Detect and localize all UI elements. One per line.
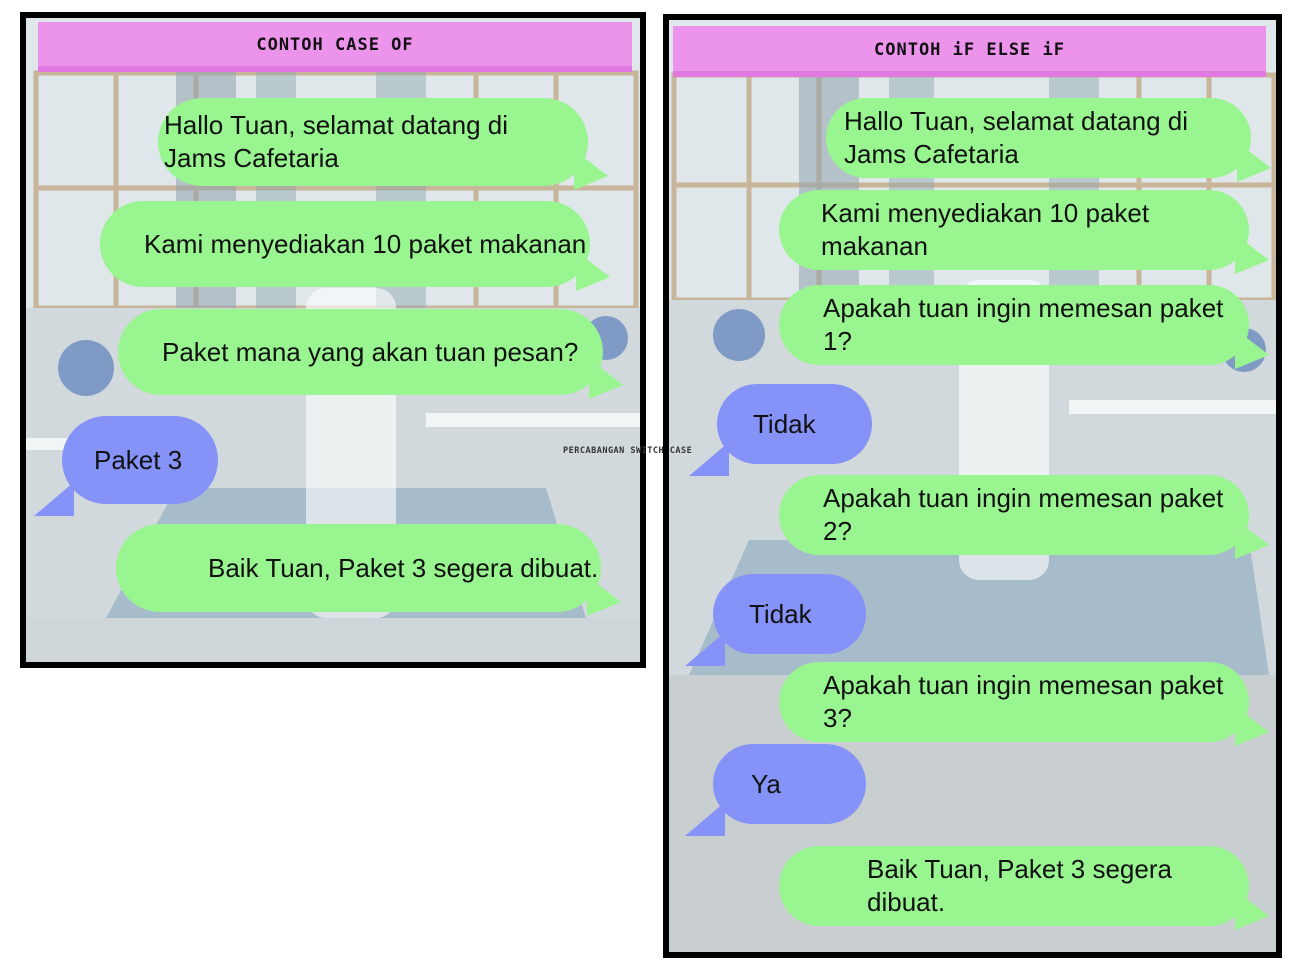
message-text: Baik Tuan, Paket 3 segera dibuat. — [867, 854, 1172, 917]
message-text: Paket 3 — [94, 444, 183, 475]
chat-bubble-question-2: Apakah tuan ingin memesan paket 2? — [779, 475, 1269, 559]
message-text: Kami menyediakan 10 paket makanan — [144, 228, 587, 259]
bubble-tail — [34, 482, 74, 516]
message-text: Hallo Tuan, selamat datang di Jams Cafet… — [844, 106, 1188, 169]
message-text: Baik Tuan, Paket 3 segera dibuat. — [208, 552, 599, 583]
bubble-tail — [589, 359, 623, 399]
chat-bubble-question-3: Apakah tuan ingin memesan paket 3? — [779, 662, 1269, 746]
chat-bubble-reply-3: Ya — [685, 744, 866, 836]
chat-bubble-greeting: Hallo Tuan, selamat datang di Jams Cafet… — [826, 98, 1271, 182]
chat-bubble-confirmation: Baik Tuan, Paket 3 segera dibuat. — [779, 846, 1269, 930]
chat-bubble-confirmation: Baik Tuan, Paket 3 segera dibuat. — [116, 524, 621, 616]
bubble-tail — [685, 632, 725, 666]
chat-bubble-reply-2: Tidak — [685, 574, 866, 666]
chat-bubble-greeting: Hallo Tuan, selamat datang di Jams Cafet… — [158, 98, 608, 190]
message-text: Apakah tuan ingin memesan paket 1? — [823, 293, 1224, 356]
chat-bubble-menu-info: Kami menyediakan 10 paket makanan — [100, 201, 610, 291]
chat-bubble-reply-1: Tidak — [689, 384, 872, 476]
message-text: Apakah tuan ingin memesan paket 3? — [823, 670, 1224, 733]
message-text: Kami menyediakan 10 paket makanan — [821, 198, 1150, 261]
chat-bubble-question-1: Apakah tuan ingin memesan paket 1? — [779, 285, 1269, 369]
bubble-tail — [574, 150, 608, 190]
bubble-tail — [1237, 142, 1271, 182]
message-text: Tidak — [753, 408, 816, 439]
message-text: Apakah tuan ingin memesan paket 2? — [823, 483, 1224, 546]
message-text: Paket mana yang akan tuan pesan? — [162, 336, 579, 367]
watermark-text: PERCABANGAN SWITCH CASE — [563, 446, 693, 456]
chat-bubble-menu-info: Kami menyediakan 10 paket makanan — [779, 190, 1269, 274]
case-of-panel: CONTOH CASE OF Hallo Tuan, selamat datan… — [20, 12, 646, 668]
chat-bubble-reply: Paket 3 — [34, 416, 218, 516]
panel-title: CONTOH CASE OF — [38, 22, 632, 72]
panel-title: CONTOH iF ELSE iF — [673, 26, 1266, 77]
bubble-tail — [685, 802, 725, 836]
message-text: Hallo Tuan, selamat datang di Jams Cafet… — [164, 110, 508, 173]
bubble-tail — [689, 442, 729, 476]
chat-bubble-question: Paket mana yang akan tuan pesan? — [118, 309, 623, 399]
message-text: Ya — [751, 768, 781, 799]
message-text: Tidak — [749, 598, 812, 629]
if-else-if-panel: CONTOH iF ELSE iF Hallo Tuan, selamat da… — [663, 14, 1282, 958]
